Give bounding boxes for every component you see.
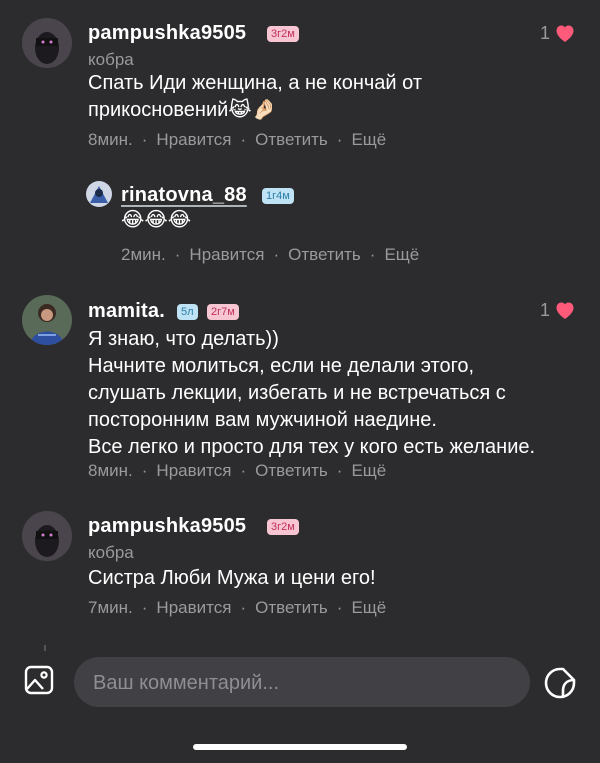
- reply-button[interactable]: Ответить: [255, 598, 328, 617]
- comment-time: 8мин.: [88, 130, 133, 149]
- account-age-badge: 3г2м: [267, 519, 299, 535]
- comment-text-line: посторонним вам мужчиной наедине.: [88, 409, 437, 431]
- reply-button[interactable]: Ответить: [255, 461, 328, 480]
- like-button[interactable]: Нравится: [189, 245, 264, 264]
- username[interactable]: pampushka9505: [88, 515, 246, 538]
- like-count: 1: [540, 300, 551, 320]
- comment-text-line: Систра Люби Мужа и цени его!: [88, 567, 376, 589]
- comment-time: 8мин.: [88, 461, 133, 480]
- comment-text-line: Спать Иди женщина, а не кончай от: [88, 72, 422, 94]
- like-count: 1: [540, 23, 551, 43]
- account-age-badge: 5л: [177, 304, 198, 320]
- comment-text-line: Я знаю, что делать)): [88, 328, 279, 350]
- avatar[interactable]: [22, 18, 72, 68]
- home-indicator[interactable]: [193, 744, 407, 750]
- more-button[interactable]: Ещё: [351, 461, 386, 480]
- heart-icon[interactable]: [553, 298, 577, 322]
- avatar[interactable]: [86, 181, 112, 207]
- comment-actions: 8мин. · Нравится · Ответить · Ещё: [88, 130, 387, 149]
- divider: [44, 645, 46, 651]
- comment-text: Систра Люби Мужа и цени его!: [88, 565, 376, 592]
- avatar[interactable]: [22, 511, 72, 561]
- username[interactable]: mamita.: [88, 300, 165, 323]
- more-button[interactable]: Ещё: [351, 130, 386, 149]
- reply-button[interactable]: Ответить: [255, 130, 328, 149]
- comment-text-line: слушать лекции, избегать и не встречатьс…: [88, 382, 506, 404]
- reply-button[interactable]: Ответить: [288, 245, 361, 264]
- comment-text-line: прикосновений😹🤌🏻: [88, 99, 277, 121]
- username[interactable]: rinatovna_88: [121, 184, 247, 207]
- comment-actions: 8мин. · Нравится · Ответить · Ещё: [88, 461, 387, 480]
- comment-text-line: Все легко и просто для тех у кого есть ж…: [88, 436, 536, 458]
- heart-icon[interactable]: [553, 21, 577, 45]
- account-age-badge: 2г7м: [207, 304, 239, 320]
- avatar[interactable]: [22, 295, 72, 345]
- like-button[interactable]: Нравится: [156, 598, 231, 617]
- like-button[interactable]: Нравится: [156, 461, 231, 480]
- comment-input-container[interactable]: [74, 657, 530, 709]
- like-button[interactable]: Нравится: [156, 130, 231, 149]
- comment-time: 2мин.: [121, 245, 166, 264]
- comment-time: 7мин.: [88, 598, 133, 617]
- username[interactable]: pampushka9505: [88, 22, 246, 45]
- more-button[interactable]: Ещё: [384, 245, 419, 264]
- comment-actions: 7мин. · Нравится · Ответить · Ещё: [88, 598, 387, 617]
- user-subtitle: кобра: [88, 543, 134, 562]
- comment-text-line: Начните молиться, если не делали этого,: [88, 355, 475, 377]
- comment-text: Спать Иди женщина, а не кончай от прикос…: [88, 70, 422, 124]
- comment-input[interactable]: [91, 657, 515, 709]
- image-icon[interactable]: [24, 665, 54, 695]
- user-subtitle: кобра: [88, 50, 134, 69]
- sticker-icon[interactable]: [543, 666, 577, 700]
- comment-text: Я знаю, что делать)) Начните молиться, е…: [88, 326, 535, 461]
- account-age-badge: 3г2м: [267, 26, 299, 42]
- comment-text: 😂😂😂: [121, 209, 192, 231]
- comment-actions: 2мин. · Нравится · Ответить · Ещё: [121, 245, 420, 264]
- account-age-badge: 1г4м: [262, 188, 294, 204]
- more-button[interactable]: Ещё: [351, 598, 386, 617]
